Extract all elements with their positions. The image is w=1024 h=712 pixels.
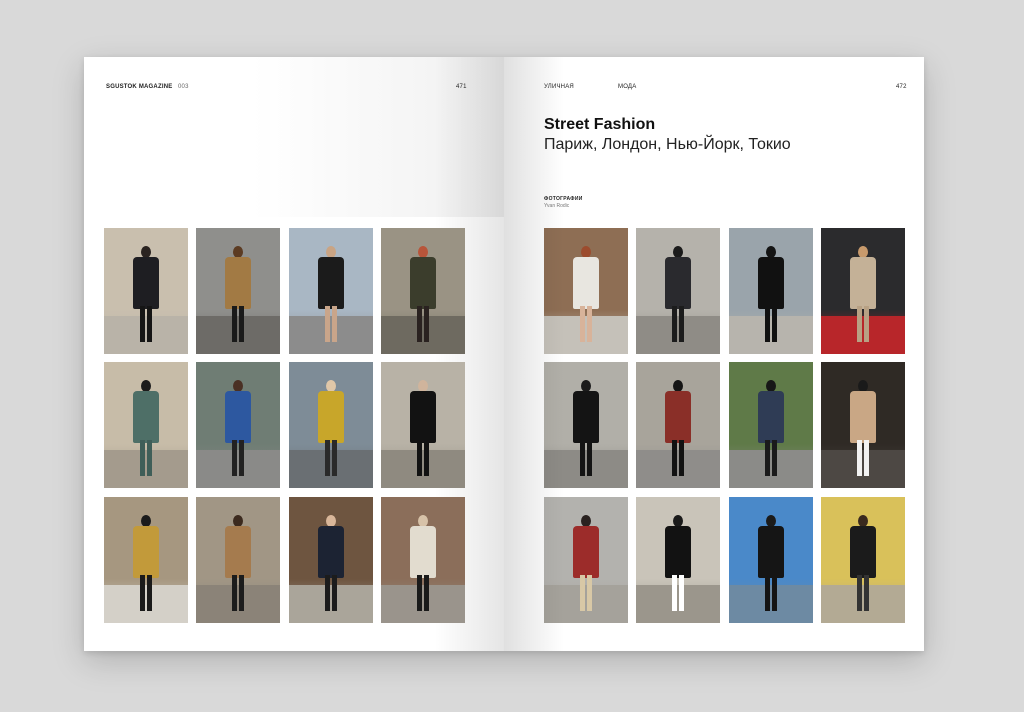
street-photo-left-11: [289, 497, 373, 623]
street-photo-left-7: [289, 362, 373, 488]
street-photo-right-6: [636, 362, 720, 488]
street-photo-right-3: [729, 228, 813, 354]
street-photo-right-4: [821, 228, 905, 354]
street-photo-right-7: [729, 362, 813, 488]
street-photo-right-2: [636, 228, 720, 354]
street-photo-left-4: [381, 228, 465, 354]
street-photo-left-10: [196, 497, 280, 623]
article-subtitle: Париж, Лондон, Нью-Йорк, Токио: [544, 136, 791, 153]
street-photo-right-10: [636, 497, 720, 623]
section-label-1: УЛИЧНАЯ: [544, 84, 574, 90]
street-photo-right-11: [729, 497, 813, 623]
street-photo-left-9: [104, 497, 188, 623]
street-photo-right-9: [544, 497, 628, 623]
street-photo-left-5: [104, 362, 188, 488]
street-photo-right-12: [821, 497, 905, 623]
street-photo-left-12: [381, 497, 465, 623]
street-photo-right-1: [544, 228, 628, 354]
section-label-2: МОДА: [618, 84, 637, 90]
issue-number: 003: [178, 84, 189, 90]
photo-credits: ФОТОГРАФИИ Yvan Rodic: [544, 196, 583, 209]
right-page: УЛИЧНАЯ МОДА 472 Street Fashion Париж, Л…: [504, 57, 924, 651]
street-photo-left-1: [104, 228, 188, 354]
page-number-right: 472: [896, 84, 907, 90]
credits-label: ФОТОГРАФИИ: [544, 196, 583, 202]
street-photo-right-8: [821, 362, 905, 488]
article-title-block: Street Fashion Париж, Лондон, Нью-Йорк, …: [544, 115, 791, 155]
street-photo-left-3: [289, 228, 373, 354]
magazine-name: SGUSTOK MAGAZINE: [106, 84, 173, 90]
street-photo-right-5: [544, 362, 628, 488]
street-photo-left-2: [196, 228, 280, 354]
left-page: SGUSTOK MAGAZINE 003 471: [84, 57, 504, 651]
street-photo-left-8: [381, 362, 465, 488]
page-number-left: 471: [456, 84, 467, 90]
photographer-name: Yvan Rodic: [544, 203, 570, 209]
magazine-spread: SGUSTOK MAGAZINE 003 471 УЛИЧНАЯ МОДА 47…: [84, 57, 924, 651]
article-title: Street Fashion: [544, 116, 656, 133]
street-photo-left-6: [196, 362, 280, 488]
